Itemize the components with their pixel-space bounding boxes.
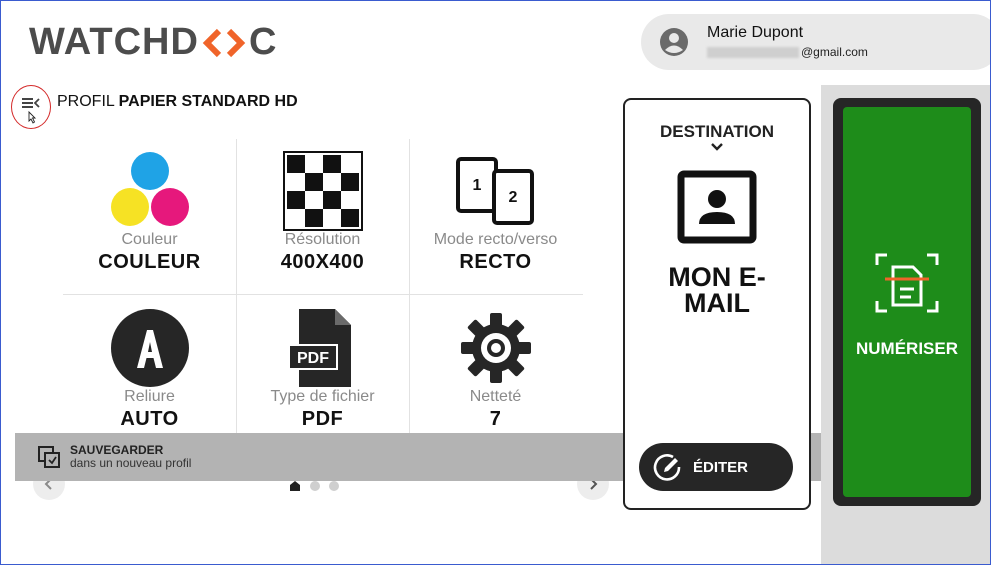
scan-button[interactable]: NUMÉRISER [843, 107, 971, 497]
setting-value: PDF [301, 408, 344, 430]
setting-value: AUTO [120, 408, 179, 430]
duplex-page-1: 1 [472, 177, 481, 194]
scan-document-icon [875, 253, 939, 313]
destination-value: MON E- MAIL [625, 262, 809, 318]
setting-resolution[interactable]: Résolution 400X400 [236, 139, 409, 296]
logo-text-left: WATCHD [29, 21, 199, 63]
pdf-icon-text: PDF [297, 350, 329, 367]
profile-title: PROFIL PAPIER STANDARD HD [57, 93, 298, 111]
save-copy-icon [38, 446, 60, 468]
user-avatar-icon [660, 28, 688, 56]
scan-label: NUMÉRISER [855, 339, 958, 358]
gear-icon [460, 313, 531, 383]
app-window: WATCHD C Marie Dupont @gmail.com PROFIL … [0, 0, 991, 565]
logo-chevron-icon [202, 28, 246, 57]
home-page-icon[interactable] [289, 480, 301, 492]
setting-sharpness[interactable]: Netteté 7 [409, 296, 582, 453]
page-dots [289, 480, 339, 492]
setting-label: Type de fichier [270, 388, 375, 405]
setting-label: Netteté [469, 388, 522, 405]
setting-label: Résolution [284, 231, 361, 248]
setting-value: COULEUR [98, 251, 201, 273]
duplex-icon: 1 2 [455, 157, 534, 225]
page-dot[interactable] [329, 481, 339, 491]
profile-prefix: PROFIL [57, 93, 115, 110]
setting-color[interactable]: Couleur COULEUR [63, 139, 236, 296]
user-email: @gmail.com [707, 45, 868, 59]
setting-file-type[interactable]: PDF Type de fichier PDF [236, 296, 409, 453]
setting-binding[interactable]: Reliure AUTO [63, 296, 236, 453]
menu-collapse-icon [22, 98, 40, 124]
logo-text-right: C [248, 21, 278, 63]
duplex-page-2: 2 [508, 189, 517, 206]
setting-label: Reliure [124, 388, 175, 405]
checker-icon [282, 151, 363, 231]
letter-a-icon [110, 309, 189, 387]
destination-value-line1: MON E- [668, 262, 766, 292]
save-subtitle: dans un nouveau profil [70, 456, 192, 470]
edit-destination-button[interactable]: ÉDITER [639, 443, 793, 491]
setting-value: 400X400 [280, 251, 365, 273]
destination-value-line2: MAIL [684, 288, 750, 318]
contact-card-icon [677, 170, 757, 244]
email-masked-part [707, 47, 799, 59]
profile-menu-button[interactable] [11, 85, 51, 129]
edit-pencil-icon [653, 454, 681, 481]
watchdoc-logo: WATCHD C [29, 21, 277, 64]
pdf-file-icon: PDF [287, 309, 351, 387]
color-dots-icon [110, 152, 189, 226]
destination-panel: DESTINATION MON E- MAIL ÉDITER [623, 98, 811, 510]
save-title: SAUVEGARDER [70, 443, 164, 457]
edit-label: ÉDITER [693, 458, 749, 476]
destination-title: DESTINATION [660, 122, 774, 141]
setting-label: Mode recto/verso [433, 231, 558, 248]
settings-panel: PROFIL PAPIER STANDARD HD Couleur COULEU… [5, 85, 618, 564]
setting-duplex[interactable]: 1 2 Mode recto/verso RECTO [409, 139, 582, 296]
profile-name: PAPIER STANDARD HD [118, 93, 298, 110]
user-account-button[interactable]: Marie Dupont @gmail.com [641, 14, 990, 70]
user-name: Marie Dupont [707, 24, 804, 41]
top-header: WATCHD C Marie Dupont @gmail.com [1, 1, 990, 85]
setting-label: Couleur [121, 231, 178, 248]
settings-grid: Couleur COULEUR Résolution 400X400 1 2 M… [63, 139, 583, 453]
setting-value: RECTO [459, 251, 532, 273]
setting-value: 7 [489, 408, 502, 430]
email-domain: @gmail.com [801, 45, 868, 59]
page-dot[interactable] [310, 481, 320, 491]
chevron-down-icon[interactable] [709, 142, 725, 152]
